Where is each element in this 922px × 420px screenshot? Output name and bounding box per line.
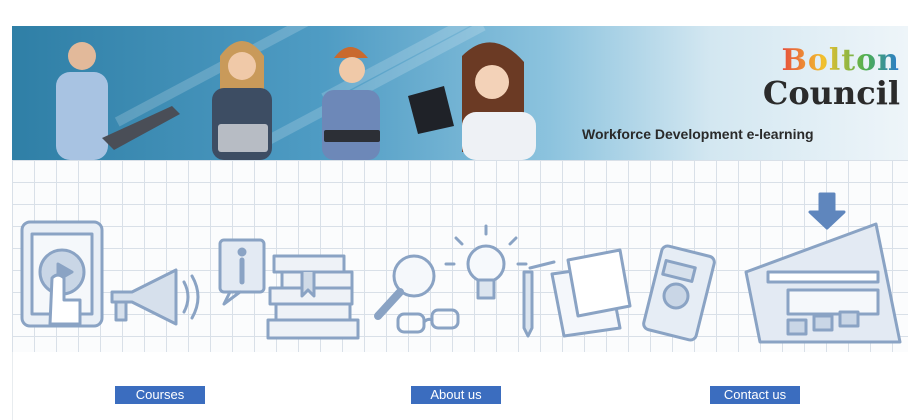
- site-tagline: Workforce Development e-learning: [582, 126, 814, 142]
- glasses-icon: [396, 308, 460, 334]
- info-icon: [218, 238, 266, 306]
- bolton-council-logo: Bolton Council: [730, 46, 900, 112]
- boy-with-tablet: [322, 47, 380, 160]
- girl-with-tablet: [212, 41, 272, 160]
- courses-button[interactable]: Courses: [115, 386, 205, 404]
- elearning-illustration: [12, 160, 908, 352]
- woman-with-tablet: [408, 42, 536, 160]
- tablet-touch-icon: [20, 220, 104, 328]
- download-arrow-icon: [808, 192, 846, 230]
- lightbulb-icon: [444, 224, 528, 300]
- pencil-paper-icon: [522, 248, 632, 338]
- about-us-button[interactable]: About us: [411, 386, 501, 404]
- smartphone-icon: [642, 244, 716, 342]
- people-photo: [56, 41, 536, 160]
- logo-bolton: Bolton: [730, 46, 900, 76]
- man-with-laptop: [56, 42, 180, 160]
- laptop-icon: [744, 222, 902, 344]
- magnifier-icon: [374, 254, 436, 320]
- contact-us-button[interactable]: Contact us: [710, 386, 800, 404]
- logo-council: Council: [762, 74, 900, 112]
- megaphone-icon: [110, 268, 200, 326]
- books-icon: [266, 254, 360, 340]
